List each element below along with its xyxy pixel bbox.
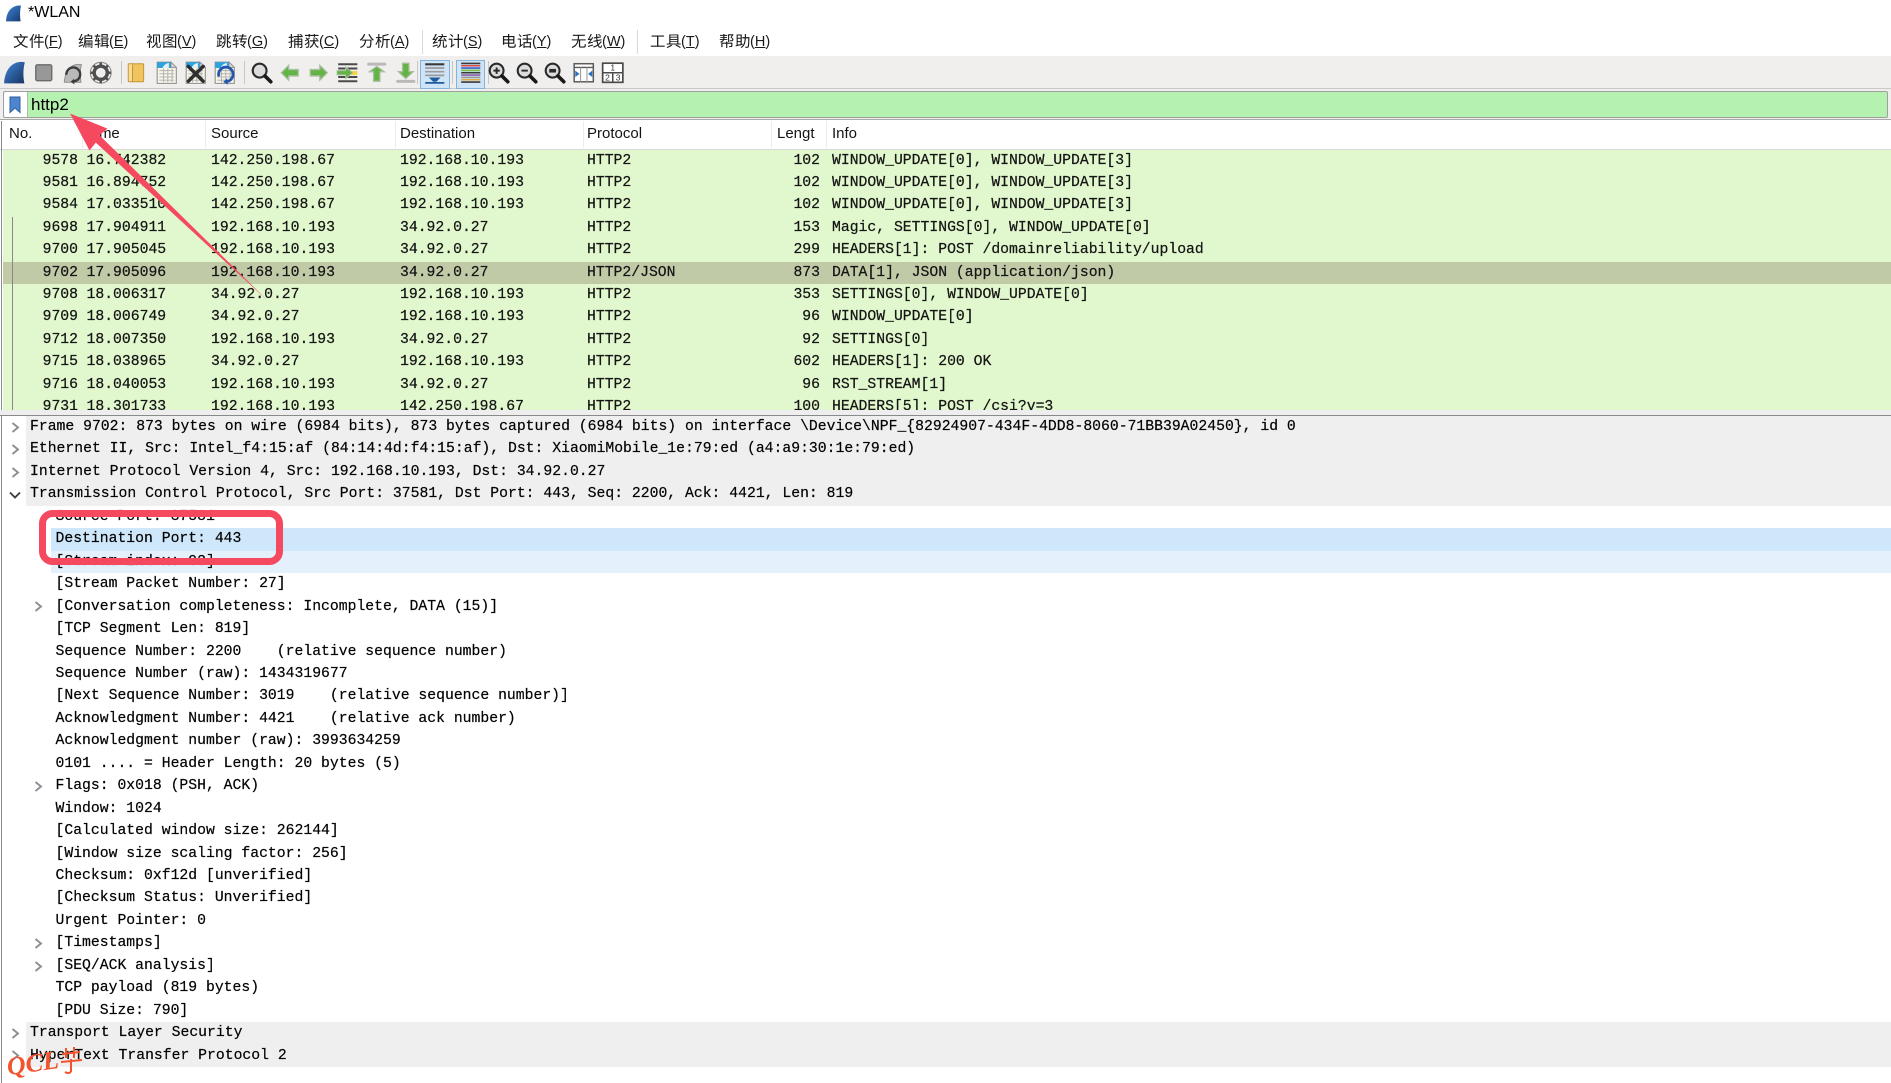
svg-text:1: 1: [610, 63, 615, 73]
svg-text:3: 3: [616, 73, 621, 83]
svg-text:2: 2: [605, 73, 610, 83]
